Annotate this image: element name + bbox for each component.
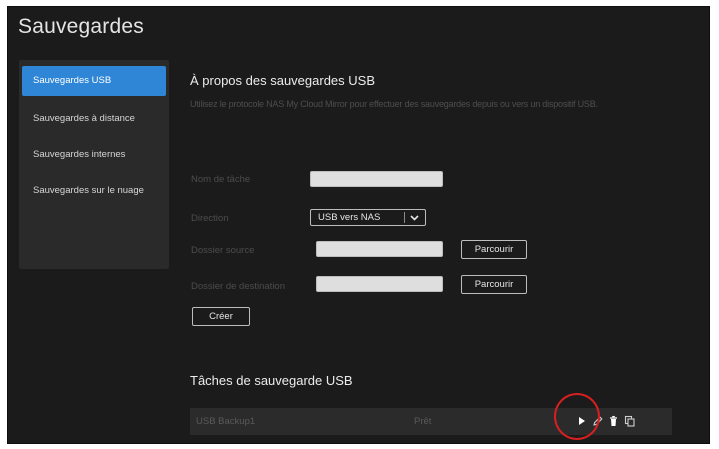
about-description: Utilisez le protocole NAS My Cloud Mirro… [190, 99, 598, 109]
app-window: Sauvegardes Sauvegardes USB Sauvegardes … [7, 6, 710, 444]
sidebar-item-remote-backups[interactable]: Sauvegardes à distance [22, 104, 166, 134]
highlight-annotation [554, 393, 600, 440]
destination-folder-label: Dossier de destination [191, 281, 285, 292]
sidebar: Sauvegardes USB Sauvegardes à distance S… [19, 60, 169, 269]
chevron-down-icon [410, 215, 419, 221]
destination-folder-input[interactable] [316, 276, 443, 292]
about-section-title: À propos des sauvegardes USB [190, 73, 375, 88]
sidebar-item-internal-backups[interactable]: Sauvegardes internes [22, 140, 166, 170]
source-folder-label: Dossier source [191, 245, 255, 256]
trash-icon[interactable] [607, 414, 620, 428]
task-status: Prêt [414, 416, 432, 427]
page-title: Sauvegardes [18, 15, 144, 38]
tasks-section-title: Tâches de sauvegarde USB [190, 373, 353, 388]
direction-select-value: USB vers NAS [318, 212, 381, 223]
source-folder-input[interactable] [316, 241, 443, 257]
browse-destination-button[interactable]: Parcourir [461, 275, 527, 294]
task-name-label: Nom de tâche [191, 174, 251, 185]
task-name: USB Backup1 [196, 416, 256, 427]
create-button[interactable]: Créer [192, 307, 250, 326]
sidebar-item-cloud-backups[interactable]: Sauvegardes sur le nuage [22, 176, 166, 206]
direction-select[interactable]: USB vers NAS [310, 209, 426, 226]
task-name-input[interactable] [310, 171, 443, 187]
copy-icon[interactable] [623, 414, 636, 428]
select-divider [404, 212, 405, 223]
browse-source-button[interactable]: Parcourir [461, 240, 527, 259]
direction-label: Direction [191, 213, 229, 224]
sidebar-item-usb-backups[interactable]: Sauvegardes USB [22, 66, 166, 96]
